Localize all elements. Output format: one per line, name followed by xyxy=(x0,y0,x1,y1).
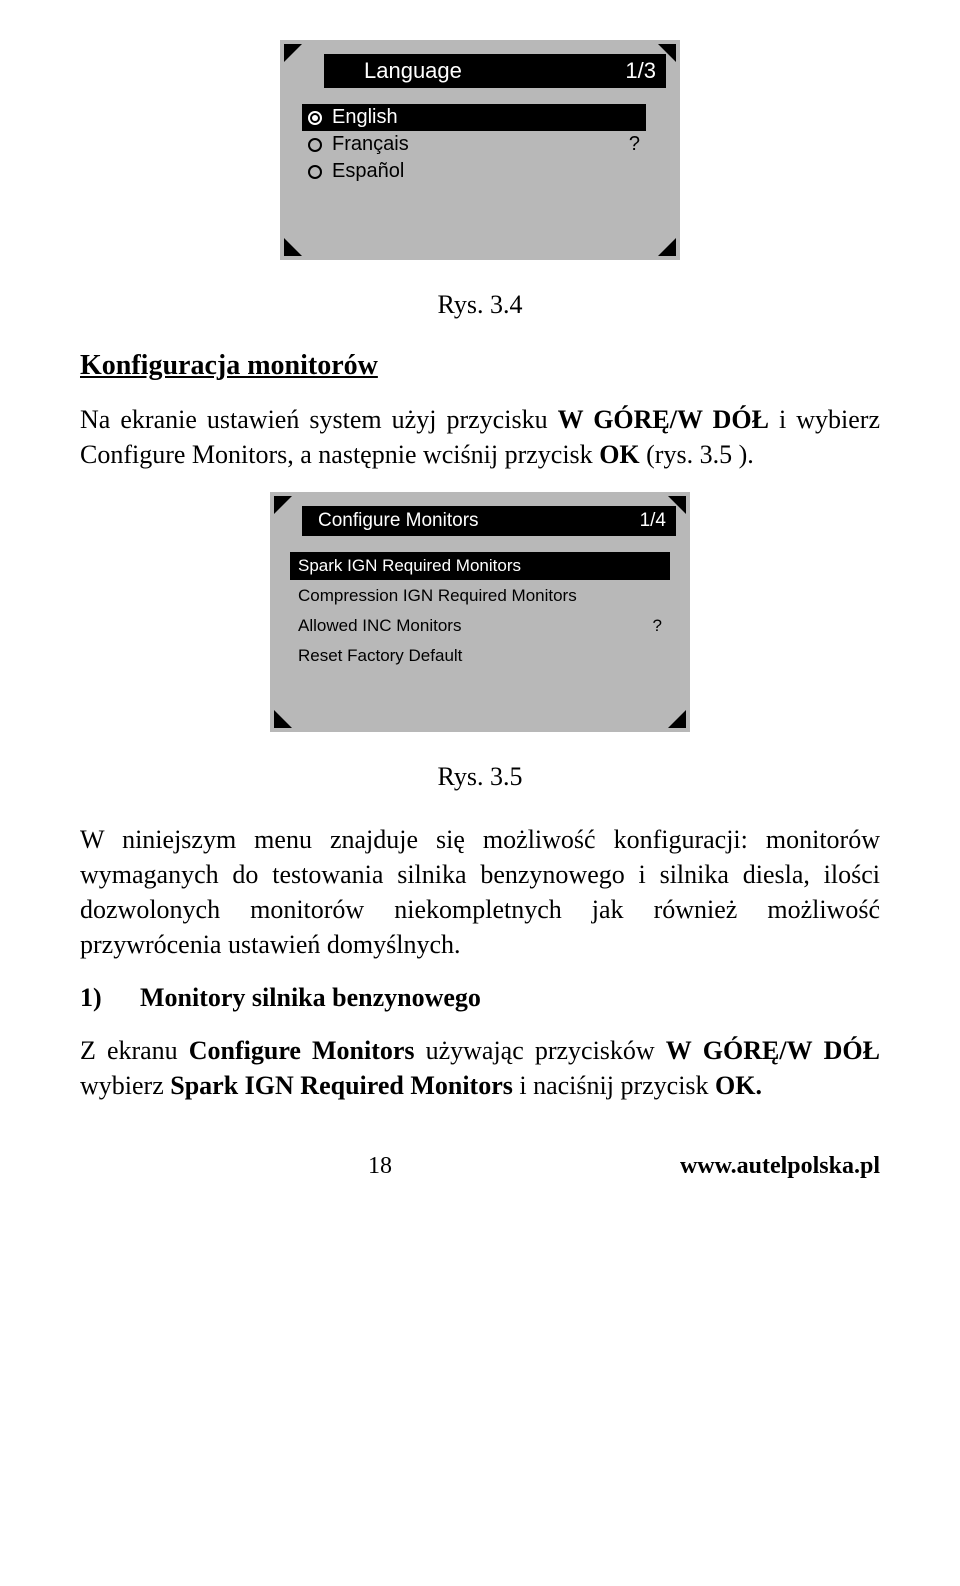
radio-selected-icon xyxy=(308,111,322,125)
page-number: 18 xyxy=(368,1153,392,1180)
list-item-1: 1) Monitory silnika benzynowego xyxy=(80,983,880,1013)
lcd-title-text: Configure Monitors xyxy=(312,510,479,532)
figure-caption-2: Rys. 3.5 xyxy=(80,762,880,792)
radio-icon xyxy=(308,165,322,179)
corner-tr-icon xyxy=(668,496,686,514)
config-item-label: Allowed INC Monitors xyxy=(298,616,461,636)
config-item-label: Spark IGN Required Monitors xyxy=(298,556,521,576)
lcd-title-text: Language xyxy=(334,58,625,84)
list-number: 1) xyxy=(80,983,140,1013)
figure-caption-1: Rys. 3.4 xyxy=(80,290,880,320)
configure-monitors-title-bar: Configure Monitors 1/4 xyxy=(302,506,676,536)
language-option-english[interactable]: English xyxy=(302,104,646,131)
paragraph-2: W niniejszym menu znajduje się możliwość… xyxy=(80,822,880,962)
footer-url: www.autelpolska.pl xyxy=(680,1153,880,1180)
corner-br-icon xyxy=(658,238,676,256)
corner-bl-icon xyxy=(284,238,302,256)
language-label: Español xyxy=(332,160,404,183)
corner-tl-icon xyxy=(274,496,292,514)
paragraph-1: Na ekranie ustawień system użyj przycisk… xyxy=(80,402,880,472)
config-item-compression-ign[interactable]: Compression IGN Required Monitors xyxy=(290,582,670,610)
corner-br-icon xyxy=(668,710,686,728)
radio-icon xyxy=(308,138,322,152)
config-item-allowed-inc[interactable]: Allowed INC Monitors ? xyxy=(290,612,670,640)
language-label: English xyxy=(332,106,398,129)
config-item-spark-ign[interactable]: Spark IGN Required Monitors xyxy=(290,552,670,580)
page-footer: 18 www.autelpolska.pl xyxy=(80,1153,880,1180)
lcd-page-indicator: 1/4 xyxy=(640,510,666,532)
config-item-label: Reset Factory Default xyxy=(298,646,462,666)
corner-tr-icon xyxy=(658,44,676,62)
section-heading-konfiguracja: Konfiguracja monitorów xyxy=(80,350,880,382)
corner-bl-icon xyxy=(274,710,292,728)
language-option-espanol[interactable]: Español xyxy=(302,158,646,185)
hint-mark: ? xyxy=(629,133,640,156)
lcd-screen-configure-monitors: Configure Monitors 1/4 Spark IGN Require… xyxy=(270,492,690,732)
corner-tl-icon xyxy=(284,44,302,62)
list-text: Monitory silnika benzynowego xyxy=(140,983,481,1013)
lcd-page-indicator: 1/3 xyxy=(625,58,656,84)
config-item-reset-default[interactable]: Reset Factory Default xyxy=(290,642,670,670)
hint-mark: ? xyxy=(653,616,662,636)
lcd-screen-language: Language 1/3 English Français ? Español xyxy=(280,40,680,260)
paragraph-3: Z ekranu Configure Monitors używając prz… xyxy=(80,1033,880,1103)
language-option-francais[interactable]: Français ? xyxy=(302,131,646,158)
config-item-label: Compression IGN Required Monitors xyxy=(298,586,577,606)
language-label: Français xyxy=(332,133,409,156)
language-title-bar: Language 1/3 xyxy=(324,54,666,88)
